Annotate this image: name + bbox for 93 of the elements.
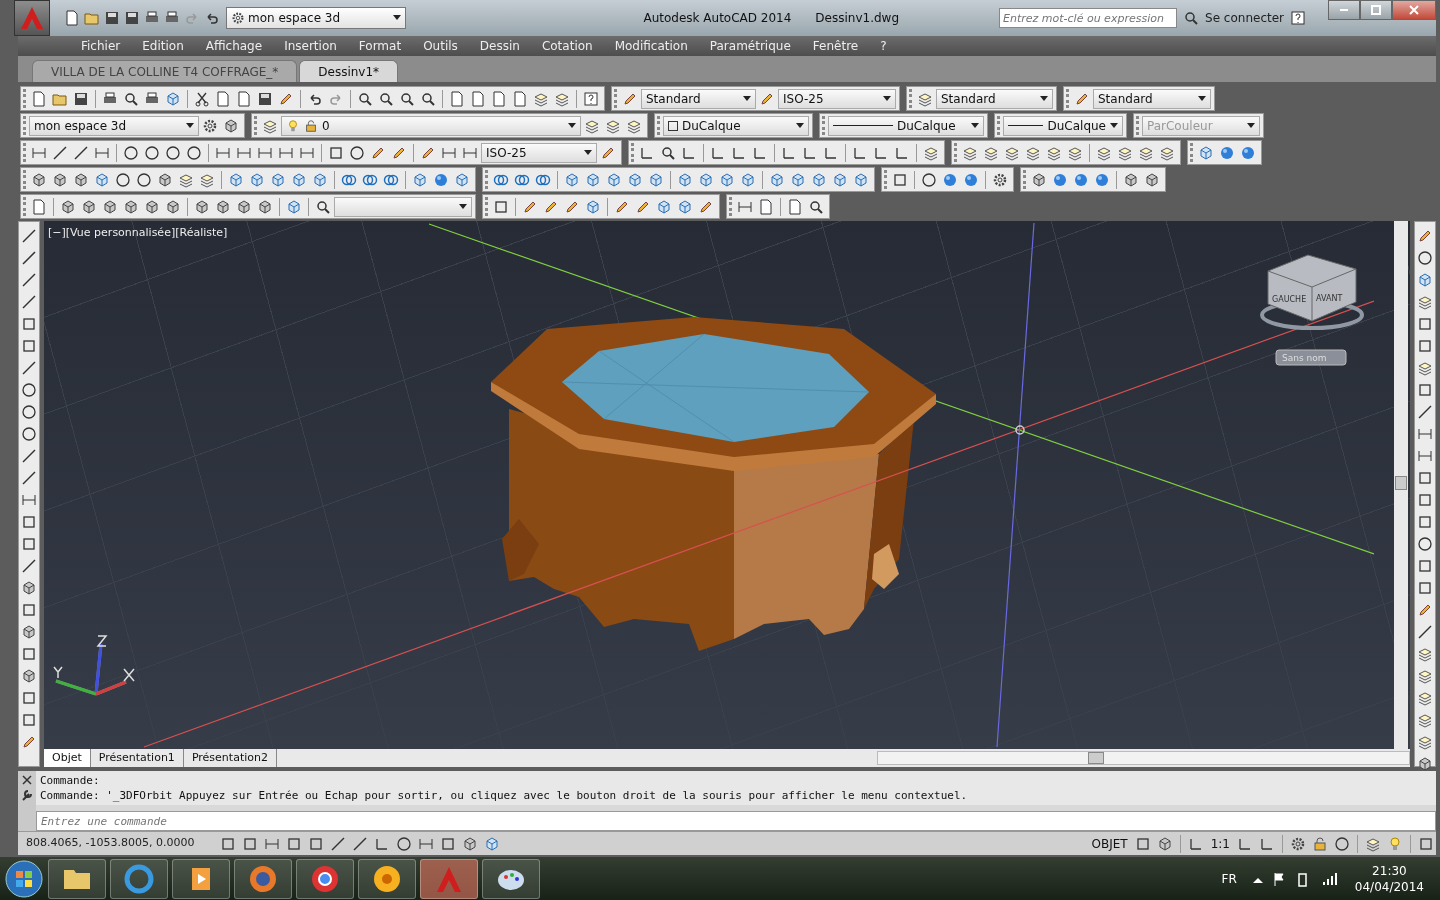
viewport[interactable]: GAUCHE AVANT Sans nom [−][Vue personnalisée][Réaliste] [44,221,1410,749]
circle-icon[interactable] [1415,534,1435,554]
taskbar-button[interactable] [296,858,354,899]
text-style-dropdown[interactable]: Standard [641,88,756,109]
dimension-style-dropdown[interactable]: ISO-25 [778,88,896,109]
wrench-icon[interactable] [21,789,33,801]
taskbar-button[interactable] [358,858,416,899]
viewcube-drawing[interactable] [1260,254,1364,330]
workspace-dropdown[interactable]: mon espace 3d [29,115,199,136]
line-sample [833,125,893,126]
layer-dropdown[interactable]: 0 [281,115,581,136]
viewcube-face-label: AVANT [1316,294,1343,303]
dropdown-arrow-icon[interactable] [459,203,467,210]
ucs-icon [53,635,135,696]
circle-icon[interactable] [19,402,39,422]
document-tab[interactable]: VILLA DE LA COLLINE T4 COFFRAGE_* [32,60,298,82]
search-field[interactable]: Entrez mot-clé ou expression [999,8,1178,28]
window-title: Autodesk AutoCAD 2014 [643,10,792,27]
close-button[interactable] [1392,0,1436,20]
menu-item[interactable]: Edition [131,37,195,55]
taskbar-button[interactable] [172,858,230,899]
dropdown-arrow-icon[interactable] [971,122,979,129]
scrollbar[interactable] [1394,221,1408,749]
multileader-style-dropdown[interactable]: Standard [1093,88,1211,109]
scrollbar[interactable] [876,751,1410,765]
circle-icon[interactable] [19,424,39,444]
annotation-scale-button[interactable]: 1:1 [1207,834,1233,853]
menu-item[interactable]: Fenêtre [801,37,870,55]
menu-item[interactable]: Affichage [194,37,274,55]
application-button[interactable] [14,0,50,36]
dropdown-arrow-icon[interactable] [883,95,891,102]
scrollbar-thumb[interactable] [1087,752,1104,764]
menu-item[interactable]: Insertion [273,37,348,55]
maximize-icon [1371,5,1381,15]
menu-item[interactable]: Outils [412,37,469,55]
table-style-dropdown[interactable]: Standard [936,88,1053,109]
workspace-dropdown[interactable]: mon espace 3d [226,7,406,29]
line-sample [1008,125,1044,126]
clock-time[interactable]: 21:30 [1372,862,1407,879]
scrollbar-thumb[interactable] [1395,476,1407,490]
taskbar-button[interactable] [48,858,106,899]
menu-item[interactable]: Format [347,37,413,55]
menu-item[interactable]: Cotation [530,37,604,55]
start-button[interactable] [4,858,44,899]
coordinates-readout: 808.4065, -1053.8005, 0.0000 [26,835,196,852]
maximize-button[interactable] [1360,0,1392,20]
minimize-icon [1340,9,1348,11]
close-icon [1409,5,1419,15]
command-history-line: Commande: '_3DFOrbit Appuyez sur Entrée ou Echap pour sortir, ou cliquez avec le bouton droit de la souris pour afficher le menu contextuel. [40,788,969,803]
viewcube-face-label: GAUCHE [1272,295,1307,304]
gear-icon[interactable] [231,11,245,25]
dropdown-arrow-icon[interactable] [1198,95,1206,102]
menu-item[interactable]: ? [869,37,898,55]
bulb-icon[interactable] [286,118,300,133]
layout-tab[interactable]: Objet [44,749,91,767]
document-tab[interactable]: Dessinv1* [299,60,399,82]
dropdown-arrow-icon[interactable] [584,149,592,156]
sign-in-link[interactable]: Se connecter [1205,9,1284,27]
lock-icon[interactable] [304,118,318,133]
dimension-style-dropdown[interactable]: ISO-25 [481,142,597,163]
command-history-line: Commande: [40,773,101,788]
circle-icon[interactable] [1415,248,1435,268]
dropdown-arrow-icon[interactable] [1110,122,1118,129]
file-name: Dessinv1.dwg [815,10,900,27]
help-icon[interactable] [1288,8,1308,28]
command-input[interactable]: Entrez une commande [36,811,1436,831]
menu-item[interactable]: Fichier [70,37,132,55]
model-space-button[interactable]: OBJET [1088,834,1131,853]
dropdown-arrow-icon[interactable] [568,122,576,129]
dropdown-arrow-icon[interactable] [743,95,751,102]
taskbar-button[interactable] [482,858,540,899]
language-indicator[interactable]: FR [1221,869,1237,888]
lineweight-dropdown[interactable]: DuCalque [1003,115,1123,136]
taskbar-button[interactable] [420,858,478,899]
dropdown-arrow-icon[interactable] [393,15,401,21]
menu-item[interactable]: Modification [603,37,699,55]
color-swatch [668,120,678,131]
close-icon[interactable] [22,775,32,785]
layout-tab[interactable]: Présentation2 [183,749,277,767]
menu-item[interactable]: Paramétrique [698,37,802,55]
pivot-marker [1015,425,1025,435]
logo-icon [19,5,45,31]
minimize-button[interactable] [1328,0,1360,20]
menu-item[interactable]: Dessin [468,37,531,55]
layout-tab[interactable]: Présentation1 [90,749,184,767]
clock-date[interactable]: 04/04/2014 [1354,878,1424,895]
dropdown-arrow-icon[interactable] [796,122,804,129]
linetype-dropdown[interactable]: DuCalque [828,115,984,136]
color-dropdown[interactable]: DuCalque [663,115,809,136]
circle-icon[interactable] [19,380,39,400]
dropdown-arrow-icon[interactable] [1040,95,1048,102]
viewport-label[interactable]: [−][Vue personnalisée][Réaliste] [48,225,228,242]
dropdown-arrow-icon[interactable] [186,122,194,129]
